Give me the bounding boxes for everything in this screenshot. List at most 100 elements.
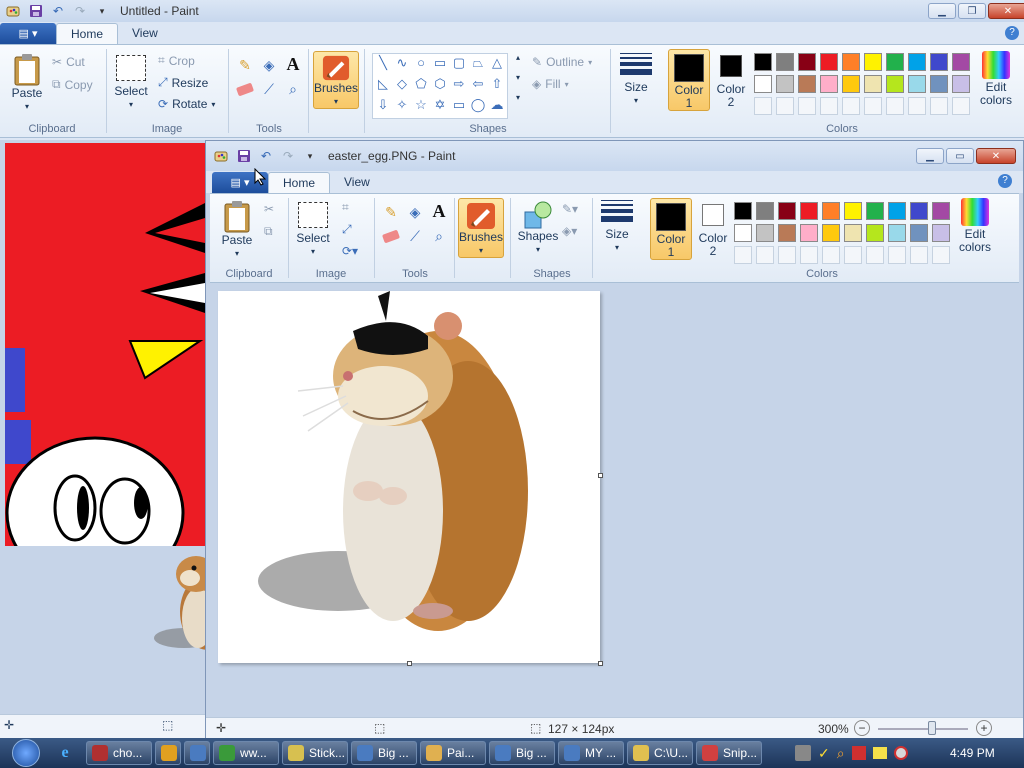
start-button[interactable] [6,738,46,768]
outline-icon[interactable]: ✎▾ [562,202,578,216]
taskbar-button[interactable]: cho... [86,741,152,765]
back-select-button[interactable]: Select ▾ [114,55,148,111]
magnifier-icon[interactable]: ⌕ [282,79,304,99]
text-icon[interactable]: A [428,200,450,222]
front-color-swatch[interactable] [822,224,840,242]
right-arrow-shape-icon[interactable]: ⇨ [450,76,468,96]
front-tab-home[interactable]: Home [268,172,331,193]
rectangle-shape-icon[interactable]: ▭ [431,55,449,75]
flag-icon[interactable] [851,746,866,760]
resize-handle-corner[interactable] [598,661,603,666]
redo-icon[interactable]: ↷ [280,148,296,164]
pencil-icon[interactable]: ✎ [380,202,402,222]
back-shapes-gallery[interactable]: ╲ ∿ ○ ▭ ▢ ⏢ △ ◺ ◇ ⬠ ⬡ ⇨ ⇦ ⇧ ⇩ ✧ ☆ ✡ ▭ ◯ ☁ [372,53,508,119]
back-color-swatch[interactable] [886,53,904,71]
front-color-swatch[interactable] [866,246,884,264]
tray-app-icon[interactable] [795,745,811,761]
zoom-in-button[interactable]: + [976,720,992,736]
back-color-swatch[interactable] [908,75,926,93]
front-color-swatch[interactable] [844,246,862,264]
front-color-swatch[interactable] [910,224,928,242]
back-paint-menu-button[interactable]: ▤ ▾ [0,23,56,44]
back-color-swatch[interactable] [798,53,816,71]
back-color-swatch[interactable] [930,53,948,71]
back-color-swatch[interactable] [776,97,794,115]
pencil-icon[interactable]: ✎ [234,55,256,75]
back-color-swatch[interactable] [820,97,838,115]
back-edit-colors-button[interactable]: Edit colors [976,51,1016,107]
minimize-button[interactable]: ▁ [916,148,944,164]
front-color-swatch[interactable] [778,202,796,220]
more-shapes-icon[interactable]: ▾ [516,93,520,102]
restore-button[interactable]: ❐ [958,3,986,19]
customize-qat-icon[interactable]: ▾ [94,3,110,19]
polygon-shape-icon[interactable]: ⏢ [469,55,487,75]
undo-icon[interactable]: ↶ [258,148,274,164]
triangle-shape-icon[interactable]: △ [488,55,506,75]
zoom-out-button[interactable]: − [854,720,870,736]
front-color-swatch[interactable] [910,246,928,264]
front-color-swatch[interactable] [910,202,928,220]
back-color1-button[interactable]: Color 1 [668,49,710,111]
maximize-button[interactable]: ▭ [946,148,974,164]
resize-handle-right[interactable] [598,473,603,478]
back-color-swatch[interactable] [886,97,904,115]
eraser-icon[interactable] [380,226,402,246]
zoom-slider-thumb[interactable] [928,721,936,735]
oval-shape-icon[interactable]: ○ [412,55,430,75]
scissors-icon[interactable]: ✂ [264,202,274,216]
taskbar-button[interactable]: C:\U... [627,741,693,765]
back-color-swatch[interactable] [842,53,860,71]
front-color-swatch[interactable] [734,224,752,242]
back-cut-button[interactable]: ✂ Cut [52,55,85,69]
back-color-swatch[interactable] [754,53,772,71]
left-arrow-shape-icon[interactable]: ⇦ [469,76,487,96]
check-icon[interactable]: ✓ [818,745,830,762]
back-resize-button[interactable]: ⤢ Resize [158,75,208,90]
taskbar-button[interactable]: Stick... [282,741,348,765]
hexagon-shape-icon[interactable]: ⬡ [431,76,449,96]
taskbar-button[interactable] [155,741,181,765]
fill-icon[interactable]: ◈▾ [562,224,577,238]
back-color-swatch[interactable] [864,53,882,71]
front-color-swatch[interactable] [756,224,774,242]
redo-icon[interactable]: ↷ [72,3,88,19]
back-color-swatch[interactable] [754,97,772,115]
taskbar-button[interactable]: Snip... [696,741,762,765]
front-color-swatch[interactable] [932,246,950,264]
tray-note-icon[interactable] [872,747,887,759]
front-shapes-button[interactable]: Shapes ▾ [518,200,558,256]
diamond-shape-icon[interactable]: ◇ [393,76,411,96]
back-color-swatch[interactable] [908,97,926,115]
six-star-shape-icon[interactable]: ✡ [431,97,449,117]
rounded-rect-shape-icon[interactable]: ▢ [450,55,468,75]
front-color-swatch[interactable] [800,246,818,264]
customize-qat-icon[interactable]: ▾ [302,148,318,164]
save-icon[interactable] [28,3,44,19]
back-color-swatch[interactable] [952,53,970,71]
close-button[interactable]: ✕ [976,148,1016,164]
back-color-swatch[interactable] [864,75,882,93]
back-color-swatch[interactable] [776,75,794,93]
back-color-swatch[interactable] [820,53,838,71]
back-rotate-button[interactable]: ⟳ Rotate ▾ [158,97,215,111]
volume-icon[interactable] [893,746,908,760]
close-button[interactable]: ✕ [988,3,1024,19]
back-color-swatch[interactable] [930,97,948,115]
back-color-swatch[interactable] [908,53,926,71]
front-color-swatch[interactable] [822,246,840,264]
down-arrow-shape-icon[interactable]: ⇩ [374,97,392,117]
fill-bucket-icon[interactable]: ◈ [258,55,280,75]
paint-app-icon[interactable] [214,148,230,164]
callout-rect-shape-icon[interactable]: ▭ [450,97,468,117]
help-icon[interactable]: ? [998,174,1012,188]
taskbar-button[interactable]: Pai... [420,741,486,765]
back-color-swatch[interactable] [930,75,948,93]
clock[interactable]: 4:49 PM [950,746,995,760]
resize-handle-bottom[interactable] [407,661,412,666]
taskbar-button[interactable]: Big ... [489,741,555,765]
rotate-icon[interactable]: ⟳▾ [342,244,358,258]
front-color-swatch[interactable] [866,224,884,242]
back-fill-button[interactable]: ◈ Fill ▾ [532,77,569,91]
eraser-icon[interactable] [234,79,256,99]
